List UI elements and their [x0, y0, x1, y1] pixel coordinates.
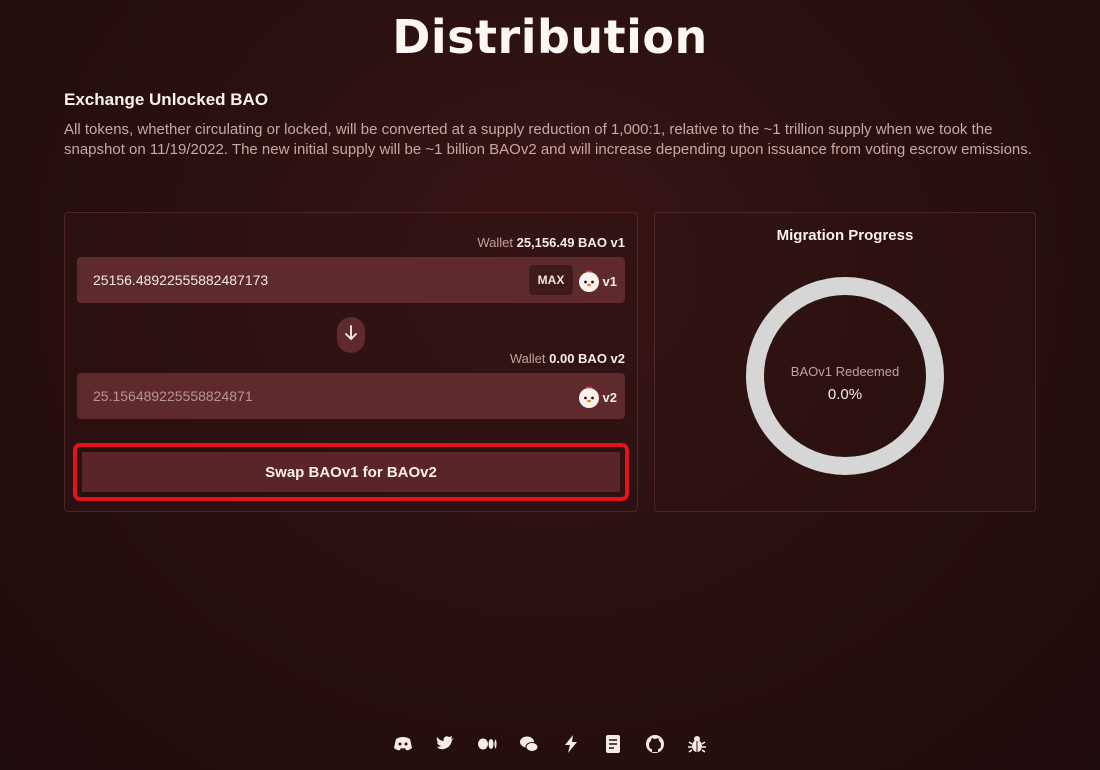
- forum-icon[interactable]: [519, 734, 539, 754]
- discord-icon[interactable]: [393, 734, 413, 754]
- bug-bounty-icon[interactable]: [687, 734, 707, 754]
- bao-v2-output: 25.15648922555882487​1 v2: [77, 373, 625, 419]
- migration-progress-title: Migration Progress: [776, 227, 914, 244]
- medium-icon[interactable]: [477, 734, 497, 754]
- page-title: Distribution: [392, 10, 708, 64]
- snapshot-icon[interactable]: [561, 734, 581, 754]
- bao-v2-output-value: 25.15648922555882487​1: [93, 388, 253, 404]
- wallet-label: Wallet: [509, 351, 546, 366]
- wallet-amount-v1: 25,156.49 BAO v1: [516, 235, 625, 250]
- token-version-v1: v1: [602, 273, 617, 289]
- section-heading: Exchange Unlocked BAO: [64, 90, 269, 109]
- ring-value: 0.0%: [827, 386, 863, 403]
- bao-v1-input-value[interactable]: 25156.48922555882487173: [93, 272, 268, 288]
- swap-button-highlight: Swap BAOv1 for BAOv2: [73, 443, 629, 501]
- token-badge-v1: v1: [577, 269, 617, 293]
- arrow-down-icon: [344, 324, 358, 346]
- bao-v1-input[interactable]: 25156.48922555882487173 MAX v1: [77, 257, 625, 303]
- token-version-v2: v2: [602, 389, 617, 405]
- ring-label: BAOv1 Redeemed: [790, 364, 900, 379]
- max-button[interactable]: MAX: [529, 265, 573, 295]
- wallet-amount-v2: 0.00 BAO v2: [549, 351, 625, 366]
- swap-direction-button[interactable]: [337, 317, 365, 353]
- swap-button[interactable]: Swap BAOv1 for BAOv2: [81, 451, 621, 493]
- migration-progress-card: Migration Progress BAOv1 Redeemed 0.0%: [654, 212, 1036, 512]
- twitter-icon[interactable]: [435, 734, 455, 754]
- section-description: All tokens, whether circulating or locke…: [64, 121, 1032, 158]
- token-badge-v2: v2: [577, 385, 617, 409]
- bao-logo-icon: [577, 385, 601, 409]
- bao-logo-icon: [577, 269, 601, 293]
- footer-social-links: [0, 734, 1100, 754]
- github-icon[interactable]: [645, 734, 665, 754]
- wallet-balance-v2: Wallet 0.00 BAO v2: [510, 351, 625, 366]
- docs-icon[interactable]: [603, 734, 623, 754]
- swap-card: Wallet 25,156.49 BAO v1 25156.4892255588…: [64, 212, 638, 512]
- wallet-balance-v1: Wallet 25,156.49 BAO v1: [477, 235, 625, 250]
- wallet-label: Wallet: [477, 235, 513, 250]
